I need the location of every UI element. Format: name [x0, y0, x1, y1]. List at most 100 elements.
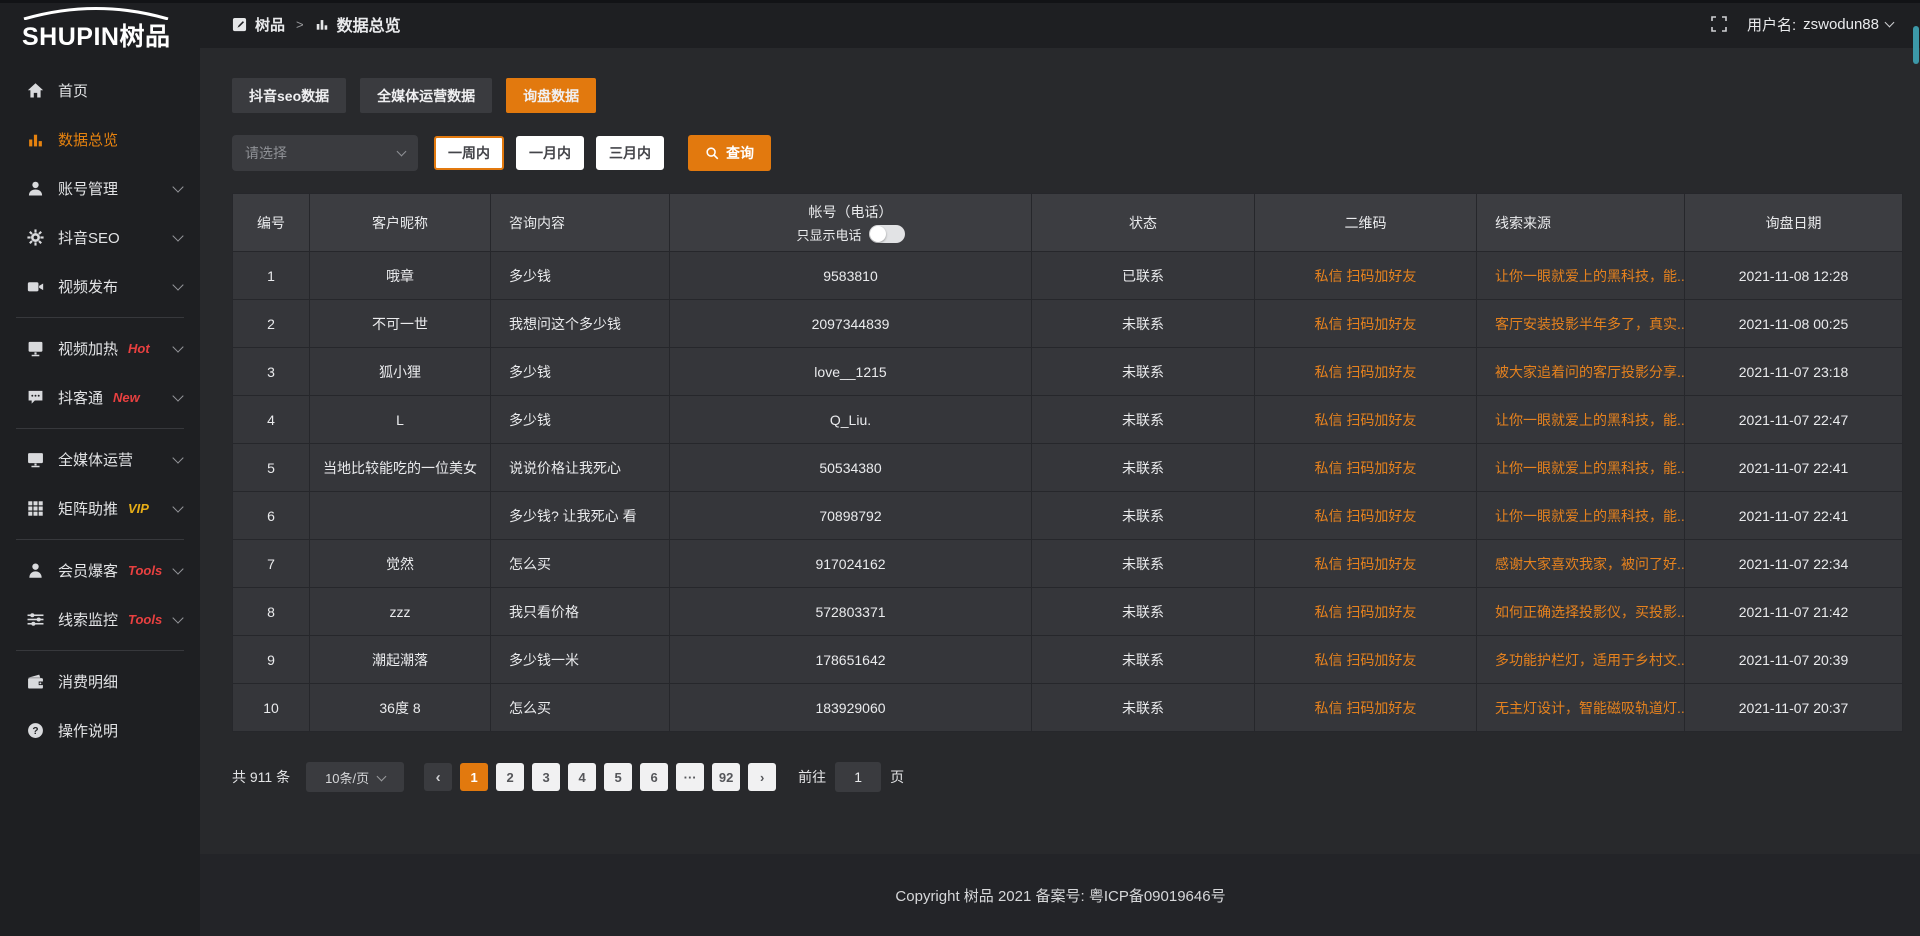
form-icon [232, 17, 247, 32]
source-link[interactable]: 让你一眼就爱上的黑科技，能... [1495, 460, 1685, 476]
source-link[interactable]: 让你一眼就爱上的黑科技，能... [1495, 268, 1685, 284]
cell-status: 未联系 [1032, 444, 1255, 492]
sidebar-item-video-heat[interactable]: 视频加热 Hot [0, 324, 200, 373]
page-button-6[interactable]: 6 [640, 763, 668, 791]
tab-omni-media-data[interactable]: 全媒体运营数据 [360, 78, 492, 113]
qr-actions-link[interactable]: 私信 扫码加好友 [1315, 652, 1417, 668]
sidebar-item-member-baoke[interactable]: 会员爆客 Tools [0, 546, 200, 595]
search-button[interactable]: 查询 [688, 135, 771, 171]
sidebar-item-video-publish[interactable]: 视频发布 [0, 262, 200, 311]
sidebar-item-label: 全媒体运营 [58, 449, 133, 470]
sidebar-item-matrix-boost[interactable]: 矩阵助推 VIP [0, 484, 200, 533]
sidebar-item-data-overview[interactable]: 数据总览 [0, 115, 200, 164]
username: zswodun88 [1803, 16, 1879, 33]
qr-actions-link[interactable]: 私信 扫码加好友 [1315, 364, 1417, 380]
total-count: 共 911 条 [232, 767, 290, 787]
page-button-92[interactable]: 92 [712, 763, 740, 791]
fullscreen-icon[interactable] [1711, 16, 1727, 32]
menu-divider [16, 650, 184, 651]
source-link[interactable]: 让你一眼就爱上的黑科技，能... [1495, 412, 1685, 428]
qr-actions-link[interactable]: 私信 扫码加好友 [1315, 412, 1417, 428]
cell-nickname: 哦章 [310, 252, 491, 300]
sidebar-item-label: 视频加热 [58, 338, 118, 359]
sidebar-item-lead-monitor[interactable]: 线索监控 Tools [0, 595, 200, 644]
page-button-3[interactable]: 3 [532, 763, 560, 791]
page-size-select[interactable]: 10条/页 [306, 762, 404, 792]
cell-status: 未联系 [1032, 684, 1255, 732]
source-link[interactable]: 无主灯设计，智能磁吸轨道灯... [1495, 700, 1685, 716]
user-menu[interactable]: 用户名: zswodun88 [1747, 14, 1893, 35]
logo-text-cn: 树品 [119, 23, 170, 51]
col-header-nickname: 客户昵称 [310, 194, 491, 252]
cell-account: 2097344839 [670, 300, 1032, 348]
page-button-5[interactable]: 5 [604, 763, 632, 791]
sidebar-item-douyin-seo[interactable]: 抖音SEO [0, 213, 200, 262]
cell-account: 183929060 [670, 684, 1032, 732]
range-month-button[interactable]: 一月内 [516, 136, 584, 170]
qr-actions-link[interactable]: 私信 扫码加好友 [1315, 604, 1417, 620]
breadcrumb-root[interactable]: 树品 [255, 14, 285, 35]
tab-inquiry-data[interactable]: 询盘数据 [506, 78, 596, 113]
scrollbar-thumb[interactable] [1913, 26, 1919, 64]
pagination: 共 911 条 10条/页 ‹ 1 2 3 4 5 6 ··· 92 › 前往 … [232, 762, 1903, 792]
source-link[interactable]: 多功能护栏灯，适用于乡村文... [1495, 652, 1685, 668]
prev-page-button[interactable]: ‹ [424, 763, 452, 791]
source-link[interactable]: 客厅安装投影半年多了，真实... [1495, 316, 1685, 332]
sidebar-item-account-mgmt[interactable]: 账号管理 [0, 164, 200, 213]
table-row: 7 觉然 怎么买 917024162 未联系 私信 扫码加好友 感谢大家喜欢我家… [233, 540, 1903, 588]
sidebar-item-home[interactable]: 首页 [0, 66, 200, 115]
phone-only-toggle[interactable] [869, 225, 905, 243]
sidebar-item-consumption-detail[interactable]: 消费明细 [0, 657, 200, 706]
source-link[interactable]: 被大家追着问的客厅投影分享... [1495, 364, 1685, 380]
filter-select[interactable]: 请选择 [232, 135, 418, 171]
cell-nickname: 狐小狸 [310, 348, 491, 396]
cell-content: 怎么买 [491, 540, 670, 588]
sidebar-item-instructions[interactable]: ? 操作说明 [0, 706, 200, 755]
qr-actions-link[interactable]: 私信 扫码加好友 [1315, 700, 1417, 716]
select-placeholder: 请选择 [245, 143, 287, 163]
svg-text:?: ? [32, 726, 38, 737]
source-link[interactable]: 让你一眼就爱上的黑科技，能... [1495, 508, 1685, 524]
cell-id: 3 [233, 348, 310, 396]
goto-page-input[interactable] [835, 762, 881, 792]
qr-actions-link[interactable]: 私信 扫码加好友 [1315, 316, 1417, 332]
page-ellipsis-button[interactable]: ··· [676, 763, 704, 791]
cell-content: 我想问这个多少钱 [491, 300, 670, 348]
chevron-down-icon [172, 452, 183, 463]
breadcrumb-current: 数据总览 [337, 12, 401, 36]
qr-actions-link[interactable]: 私信 扫码加好友 [1315, 268, 1417, 284]
cell-status: 未联系 [1032, 540, 1255, 588]
qr-actions-link[interactable]: 私信 扫码加好友 [1315, 460, 1417, 476]
col-header-qr: 二维码 [1255, 194, 1477, 252]
cell-content: 怎么买 [491, 684, 670, 732]
next-page-button[interactable]: › [748, 763, 776, 791]
sidebar-item-douketong[interactable]: 抖客通 New [0, 373, 200, 422]
cell-content: 多少钱 [491, 348, 670, 396]
sidebar-item-label: 矩阵助推 [58, 498, 118, 519]
cell-id: 7 [233, 540, 310, 588]
cell-account: 917024162 [670, 540, 1032, 588]
page-button-2[interactable]: 2 [496, 763, 524, 791]
qr-actions-link[interactable]: 私信 扫码加好友 [1315, 508, 1417, 524]
cell-nickname: zzz [310, 588, 491, 636]
sidebar-item-label: 抖音SEO [58, 227, 120, 248]
page-button-1[interactable]: 1 [460, 763, 488, 791]
phone-toggle-label: 只显示电话 [796, 225, 861, 244]
bar-chart-icon [27, 131, 44, 148]
cell-status: 已联系 [1032, 252, 1255, 300]
table-header-row: 编号 客户昵称 咨询内容 帐号（电话） 只显示电话 状态 二维码 线索来源 [233, 194, 1903, 252]
app-window: SHUPIN树品 首页 数据总览 账号管理 抖音SEO [0, 0, 1920, 936]
sidebar-item-omni-media[interactable]: 全媒体运营 [0, 435, 200, 484]
range-week-button[interactable]: 一周内 [434, 136, 504, 170]
tab-douyin-seo-data[interactable]: 抖音seo数据 [232, 78, 346, 113]
page-button-4[interactable]: 4 [568, 763, 596, 791]
breadcrumb: 树品 > 数据总览 [232, 12, 401, 36]
user-icon [27, 180, 44, 197]
qr-actions-link[interactable]: 私信 扫码加好友 [1315, 556, 1417, 572]
source-link[interactable]: 如何正确选择投影仪，买投影... [1495, 604, 1685, 620]
chevron-down-icon [172, 390, 183, 401]
source-link[interactable]: 感谢大家喜欢我家，被问了好... [1495, 556, 1685, 572]
col-header-id: 编号 [233, 194, 310, 252]
range-three-months-button[interactable]: 三月内 [596, 136, 664, 170]
sidebar-item-label: 数据总览 [58, 129, 118, 150]
